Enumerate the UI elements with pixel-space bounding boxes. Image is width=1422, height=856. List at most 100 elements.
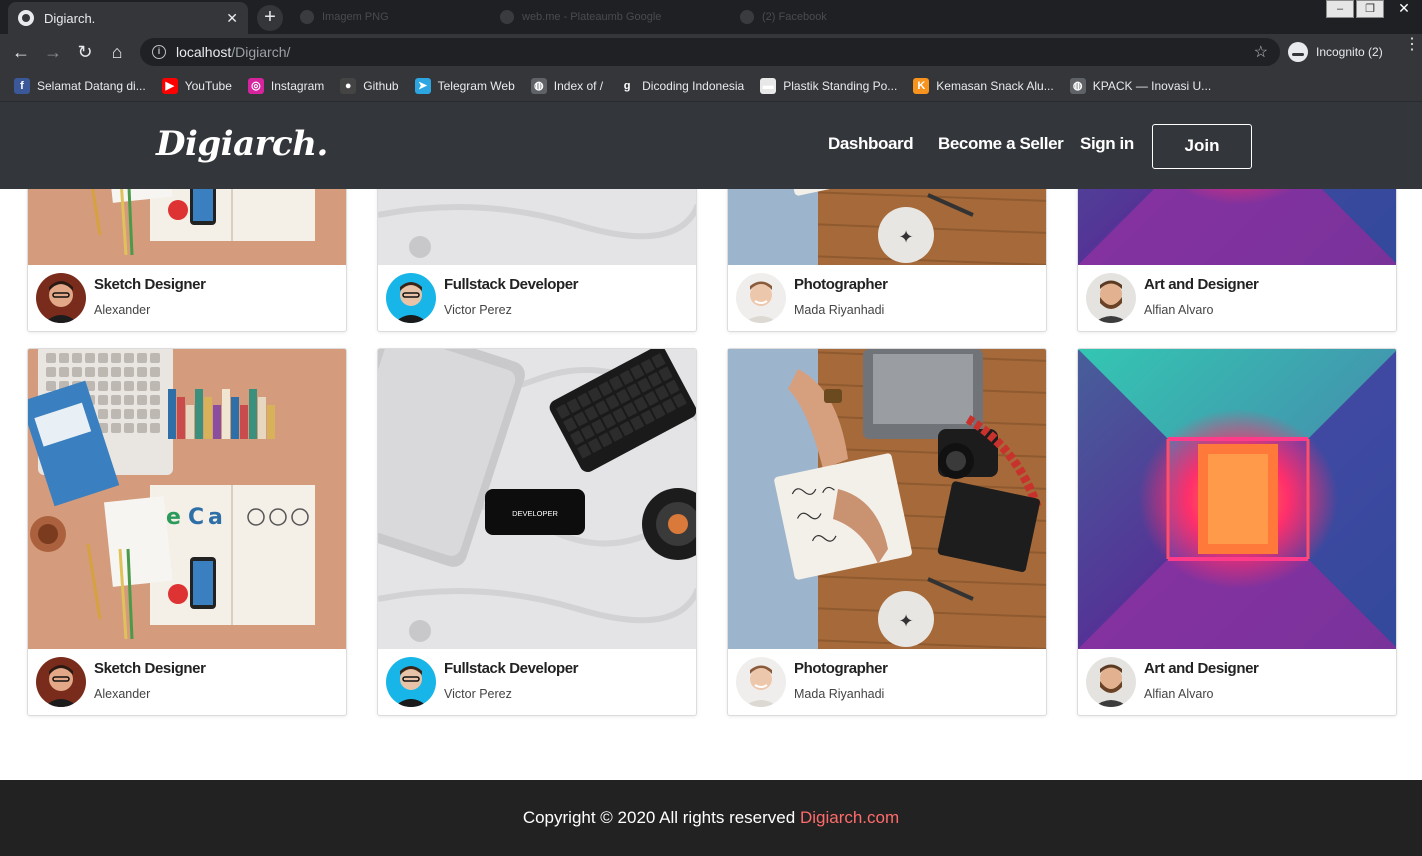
card-footer: Art and Designer Alfian Alvaro bbox=[1078, 265, 1396, 331]
star-icon[interactable]: ☆ bbox=[1254, 42, 1268, 62]
card-title[interactable]: Art and Designer bbox=[1144, 276, 1259, 293]
card-footer: Sketch Designer Alexander bbox=[28, 649, 346, 715]
card-title[interactable]: Sketch Designer bbox=[94, 276, 206, 293]
bookmark-item[interactable]: ◍ Index of / bbox=[530, 77, 604, 94]
card-footer: Sketch Designer Alexander bbox=[28, 265, 346, 331]
card-title[interactable]: Sketch Designer bbox=[94, 660, 206, 677]
bookmark-item[interactable]: ▬ Plastik Standing Po... bbox=[760, 77, 898, 94]
back-arrow-icon[interactable]: ← bbox=[8, 39, 34, 65]
join-button[interactable]: Join bbox=[1152, 124, 1252, 169]
maximize-icon[interactable]: ❐ bbox=[1356, 0, 1384, 18]
background-tab[interactable]: (2) Facebook bbox=[740, 8, 827, 26]
page-content: e C a Sketch Designer Alexander DEVELOPE… bbox=[0, 102, 1422, 780]
nav-dashboard[interactable]: Dashboard bbox=[828, 134, 914, 154]
bookmark-label: Index of / bbox=[553, 78, 604, 93]
card-footer: Art and Designer Alfian Alvaro bbox=[1078, 649, 1396, 715]
window-controls: – ❐ ✕ bbox=[1324, 0, 1422, 20]
card-footer: Fullstack Developer Victor Perez bbox=[378, 649, 696, 715]
incognito-label: Incognito (2) bbox=[1316, 45, 1383, 59]
globe-icon: ◍ bbox=[1069, 77, 1086, 94]
facebook-icon bbox=[740, 10, 754, 24]
svg-text:a: a bbox=[208, 505, 223, 530]
avatar[interactable] bbox=[36, 657, 86, 707]
browser-toolbar: ← → ↻ ⌂ i localhost/Digiarch/ ☆ Incognit… bbox=[0, 34, 1422, 70]
bookmark-item[interactable]: ➤ Telegram Web bbox=[414, 77, 515, 94]
card-author: Alfian Alvaro bbox=[1144, 303, 1214, 317]
home-icon[interactable]: ⌂ bbox=[104, 39, 130, 65]
svg-text:e: e bbox=[166, 505, 181, 530]
avatar[interactable] bbox=[386, 273, 436, 323]
close-tab-icon[interactable]: ✕ bbox=[226, 10, 238, 27]
bookmark-item[interactable]: ◎ Instagram bbox=[247, 77, 325, 94]
bookmark-item[interactable]: ● Github bbox=[340, 77, 399, 94]
card-footer: Photographer Mada Riyanhadi bbox=[728, 265, 1046, 331]
avatar[interactable] bbox=[1086, 657, 1136, 707]
bookmark-item[interactable]: ◍ KPACK — Inovasi U... bbox=[1069, 77, 1212, 94]
new-tab-button[interactable]: + bbox=[257, 5, 283, 31]
minimize-icon[interactable]: – bbox=[1326, 0, 1354, 18]
close-window-icon[interactable]: ✕ bbox=[1386, 0, 1422, 18]
site-logo[interactable]: Digiarch. bbox=[156, 124, 328, 164]
forward-arrow-icon[interactable]: → bbox=[40, 39, 66, 65]
bookmark-label: Telegram Web bbox=[437, 78, 515, 93]
card-author: Alexander bbox=[94, 303, 151, 317]
card-title[interactable]: Photographer bbox=[794, 660, 888, 677]
card-title[interactable]: Fullstack Developer bbox=[444, 660, 579, 677]
card-image[interactable]: DEVELOPER bbox=[378, 349, 696, 649]
card-title[interactable]: Art and Designer bbox=[1144, 660, 1259, 677]
telegram-icon: ➤ bbox=[414, 77, 431, 94]
facebook-icon: f bbox=[14, 77, 30, 94]
bookmark-item[interactable]: f Selamat Datang di... bbox=[14, 77, 146, 94]
bookmark-item[interactable]: ▶ YouTube bbox=[161, 77, 232, 94]
card-title[interactable]: Fullstack Developer bbox=[444, 276, 579, 293]
card-image[interactable]: ✦ bbox=[728, 349, 1046, 649]
avatar[interactable] bbox=[736, 657, 786, 707]
portfolio-card[interactable]: ✦ Photographer Mada Riyanhadi bbox=[727, 348, 1047, 716]
card-author: Alfian Alvaro bbox=[1144, 687, 1214, 701]
reload-icon[interactable]: ↻ bbox=[72, 39, 98, 65]
card-author: Mada Riyanhadi bbox=[794, 303, 885, 317]
bookmark-label: Plastik Standing Po... bbox=[783, 78, 898, 93]
menu-dots-icon[interactable]: ⋮ bbox=[1404, 37, 1420, 53]
footer-brand-link[interactable]: Digiarch.com bbox=[800, 808, 899, 827]
background-tab[interactable]: web.me - Plateaumb Google bbox=[500, 8, 661, 26]
bookmark-label: Selamat Datang di... bbox=[37, 78, 146, 93]
google-icon bbox=[500, 10, 514, 24]
bookmark-item[interactable]: g Dicoding Indonesia bbox=[619, 77, 745, 94]
bookmark-label: Kemasan Snack Alu... bbox=[936, 78, 1054, 93]
card-image[interactable] bbox=[1078, 349, 1396, 649]
bookmark-label: Instagram bbox=[270, 78, 325, 93]
address-bar[interactable]: i localhost/Digiarch/ ☆ bbox=[140, 38, 1280, 66]
bookmark-label: Dicoding Indonesia bbox=[642, 78, 745, 93]
kemasan-icon: K bbox=[913, 77, 930, 94]
avatar[interactable] bbox=[1086, 273, 1136, 323]
nav-sign-in[interactable]: Sign in bbox=[1080, 134, 1134, 154]
portfolio-card[interactable]: DEVELOPER Fullstack Developer Victor Per… bbox=[377, 348, 697, 716]
bookmark-label: KPACK — Inovasi U... bbox=[1092, 78, 1212, 93]
instagram-icon: ◎ bbox=[247, 77, 264, 94]
globe-icon bbox=[18, 10, 34, 26]
incognito-badge[interactable]: Incognito (2) bbox=[1288, 39, 1383, 65]
avatar[interactable] bbox=[736, 273, 786, 323]
plastik-icon: ▬ bbox=[760, 77, 777, 94]
incognito-icon bbox=[1288, 42, 1308, 62]
portfolio-card[interactable]: e C a Sketch Designer Alexander bbox=[27, 348, 347, 716]
youtube-icon: ▶ bbox=[161, 77, 178, 94]
favicon-icon bbox=[300, 10, 314, 24]
dicoding-icon: g bbox=[619, 77, 636, 94]
nav-become-seller[interactable]: Become a Seller bbox=[938, 134, 1064, 154]
avatar[interactable] bbox=[36, 273, 86, 323]
avatar[interactable] bbox=[386, 657, 436, 707]
background-tab[interactable]: Imagem PNG bbox=[300, 8, 389, 26]
card-image[interactable]: e C a bbox=[28, 349, 346, 649]
card-title[interactable]: Photographer bbox=[794, 276, 888, 293]
active-tab[interactable]: Digiarch. ✕ bbox=[8, 2, 248, 34]
portfolio-card[interactable]: Art and Designer Alfian Alvaro bbox=[1077, 348, 1397, 716]
bookmark-item[interactable]: K Kemasan Snack Alu... bbox=[913, 77, 1054, 94]
card-author: Victor Perez bbox=[444, 687, 512, 701]
card-author: Mada Riyanhadi bbox=[794, 687, 885, 701]
globe-icon: ◍ bbox=[530, 77, 547, 94]
card-footer: Fullstack Developer Victor Perez bbox=[378, 265, 696, 331]
bookmarks-bar: f Selamat Datang di... ▶ YouTube ◎ Instagram ●… bbox=[0, 70, 1422, 102]
info-icon[interactable]: i bbox=[152, 45, 166, 59]
